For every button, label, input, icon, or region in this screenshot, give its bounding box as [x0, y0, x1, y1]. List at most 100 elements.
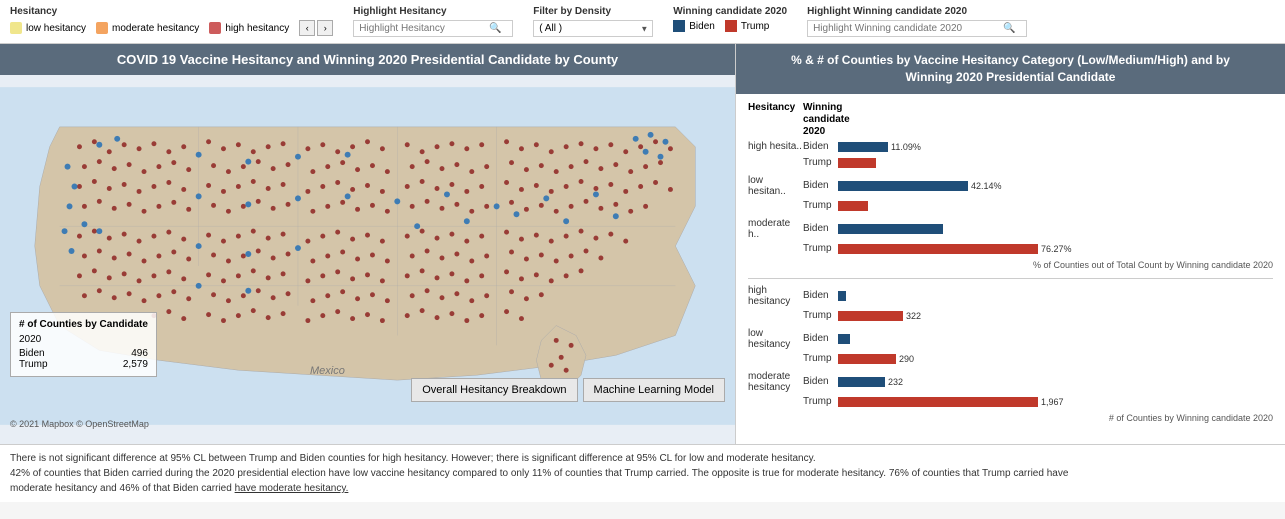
highlight-winning-search[interactable]: 🔍	[807, 20, 1027, 37]
trump-count: 2,579	[123, 359, 148, 370]
map-action-buttons: Overall Hesitancy Breakdown Machine Lear…	[411, 378, 725, 402]
count-row-mod-trump: Trump 1,967	[748, 395, 1273, 409]
bar-candidate-biden-mod: Biden	[803, 223, 838, 234]
bottom-line-3-text: moderate hesitancy and 46% of that Biden…	[10, 483, 235, 494]
count-row-mod-biden: moderatehesitancy Biden 232	[748, 371, 1273, 393]
bar-wrapper-mod-biden	[838, 222, 1273, 236]
bar-wrapper-mod-trump: 76.27%	[838, 242, 1273, 256]
bar-category-low: low hesitan..	[748, 175, 803, 197]
main-content: COVID 19 Vaccine Hesitancy and Winning 2…	[0, 44, 1285, 444]
legend-label-low: low hesitancy	[26, 23, 86, 34]
bar-candidate-biden-high: Biden	[803, 141, 838, 152]
count-wrapper-mod-biden: 232	[838, 375, 1273, 389]
count-row-high-trump: Trump 322	[748, 309, 1273, 323]
highlight-winning-input[interactable]	[813, 23, 1003, 34]
nav-right-arrow[interactable]: ›	[317, 20, 333, 36]
bar-row-high-biden: high hesita.. Biden 11.09%	[748, 140, 1273, 154]
bar-row-mod-trump: Trump 76.27%	[748, 242, 1273, 256]
count-val-mod-biden: 232	[888, 377, 903, 387]
bar-mod-biden	[838, 224, 943, 234]
legend-label-moderate: moderate hesitancy	[112, 23, 199, 34]
percent-bars: high hesita.. Biden 11.09% Trump	[748, 140, 1273, 256]
top-bar: Hesitancy low hesitancy moderate hesitan…	[0, 0, 1285, 44]
count-bar-high-trump	[838, 311, 903, 321]
bottom-line-1: There is not significant difference at 9…	[10, 451, 1275, 466]
legend-dot-biden	[673, 20, 685, 32]
highlight-winning-label: Highlight Winning candidate 2020	[807, 6, 1027, 17]
bar-row-high-trump: Trump	[748, 156, 1273, 170]
bar-category-high: high hesita..	[748, 141, 803, 152]
count-cand-biden-high: Biden	[803, 290, 838, 301]
highlight-hesitancy-input[interactable]	[359, 23, 489, 34]
overlay-row-biden: Biden 496	[19, 348, 148, 359]
count-bar-low-trump	[838, 354, 896, 364]
bottom-line-3: moderate hesitancy and 46% of that Biden…	[10, 481, 1275, 496]
hesitancy-col-header: Hesitancy	[748, 102, 803, 138]
nav-arrows: ‹ ›	[299, 20, 333, 36]
bar-high-trump	[838, 158, 876, 168]
legend-item-low: low hesitancy	[10, 22, 86, 34]
filter-density-label: Filter by Density	[533, 6, 653, 17]
bar-candidate-trump-high: Trump	[803, 157, 838, 168]
app-container: Hesitancy low hesitancy moderate hesitan…	[0, 0, 1285, 502]
highlight-hesitancy-label: Highlight Hesitancy	[353, 6, 513, 17]
count-cat-mod: moderatehesitancy	[748, 371, 803, 393]
highlight-hesitancy-group: Highlight Hesitancy 🔍	[353, 6, 513, 37]
bar-row-mod-biden: moderate h.. Biden	[748, 218, 1273, 240]
count-bar-mod-biden	[838, 377, 885, 387]
chart-body: Hesitancy Winningcandidate 2020 high hes…	[736, 94, 1285, 444]
map-section: COVID 19 Vaccine Hesitancy and Winning 2…	[0, 44, 735, 444]
count-wrapper-high-biden	[838, 289, 1273, 303]
count-bar-mod-trump	[838, 397, 1038, 407]
bar-wrapper-high-biden: 11.09%	[838, 140, 1273, 154]
count-cand-trump-low: Trump	[803, 353, 838, 364]
legend-dot-trump	[725, 20, 737, 32]
bar-value-mod-trump: 76.27%	[1041, 244, 1072, 254]
bottom-text: There is not significant difference at 9…	[0, 444, 1285, 502]
count-cat-high: highhesitancy	[748, 285, 803, 307]
legend-item-high: high hesitancy	[209, 22, 289, 34]
filter-density-wrapper: ( All ) Rural Suburban Urban	[533, 20, 653, 37]
count-val-mod-trump: 1,967	[1041, 397, 1064, 407]
count-axis-label: # of Counties by Winning candidate 2020	[748, 413, 1273, 423]
highlight-hesitancy-search[interactable]: 🔍	[353, 20, 513, 37]
bar-candidate-trump-low: Trump	[803, 200, 838, 211]
map-title: COVID 19 Vaccine Hesitancy and Winning 2…	[0, 44, 735, 75]
filter-density-select[interactable]: ( All ) Rural Suburban Urban	[533, 20, 653, 37]
biden-count: 496	[131, 348, 148, 359]
search-icon-winning: 🔍	[1003, 23, 1015, 34]
chart-title: % & # of Counties by Vaccine Hesitancy C…	[736, 44, 1285, 94]
count-cand-biden-low: Biden	[803, 333, 838, 344]
chart-title-text: % & # of Counties by Vaccine Hesitancy C…	[791, 53, 1230, 84]
map-overlay-legend: # of Counties by Candidate 2020 Biden 49…	[10, 312, 157, 377]
overlay-year: 2020	[19, 334, 148, 345]
legend-label-high: high hesitancy	[225, 23, 289, 34]
chart-headers: Hesitancy Winningcandidate 2020	[748, 102, 1273, 138]
mexico-label: Mexico	[310, 365, 345, 377]
bar-low-trump	[838, 201, 868, 211]
machine-learning-button[interactable]: Machine Learning Model	[583, 378, 725, 402]
overall-hesitancy-button[interactable]: Overall Hesitancy Breakdown	[411, 378, 577, 402]
winning-col-header: Winningcandidate 2020	[803, 102, 838, 138]
count-row-low-trump: Trump 290	[748, 352, 1273, 366]
chart-section: % & # of Counties by Vaccine Hesitancy C…	[735, 44, 1285, 444]
count-bar-high-biden	[838, 291, 846, 301]
nav-left-arrow[interactable]: ‹	[299, 20, 315, 36]
biden-label-overlay: Biden	[19, 348, 45, 359]
hesitancy-legend: low hesitancy moderate hesitancy high he…	[10, 20, 333, 36]
bar-wrapper-high-trump	[838, 156, 1273, 170]
legend-dot-low	[10, 22, 22, 34]
hesitancy-label: Hesitancy	[10, 6, 333, 17]
trump-label-overlay: Trump	[19, 359, 48, 370]
search-icon: 🔍	[489, 23, 501, 34]
count-wrapper-low-trump: 290	[838, 352, 1273, 366]
count-row-high-biden: highhesitancy Biden	[748, 285, 1273, 307]
bar-category-mod: moderate h..	[748, 218, 803, 240]
bar-low-biden	[838, 181, 968, 191]
winning-biden: Biden	[673, 20, 715, 32]
map-area: # of Counties by Candidate 2020 Biden 49…	[0, 75, 735, 437]
bar-mod-trump	[838, 244, 1038, 254]
count-bar-low-biden	[838, 334, 850, 344]
hesitancy-filter-group: Hesitancy low hesitancy moderate hesitan…	[10, 6, 333, 36]
bottom-underline: have moderate hesitancy.	[235, 483, 349, 494]
